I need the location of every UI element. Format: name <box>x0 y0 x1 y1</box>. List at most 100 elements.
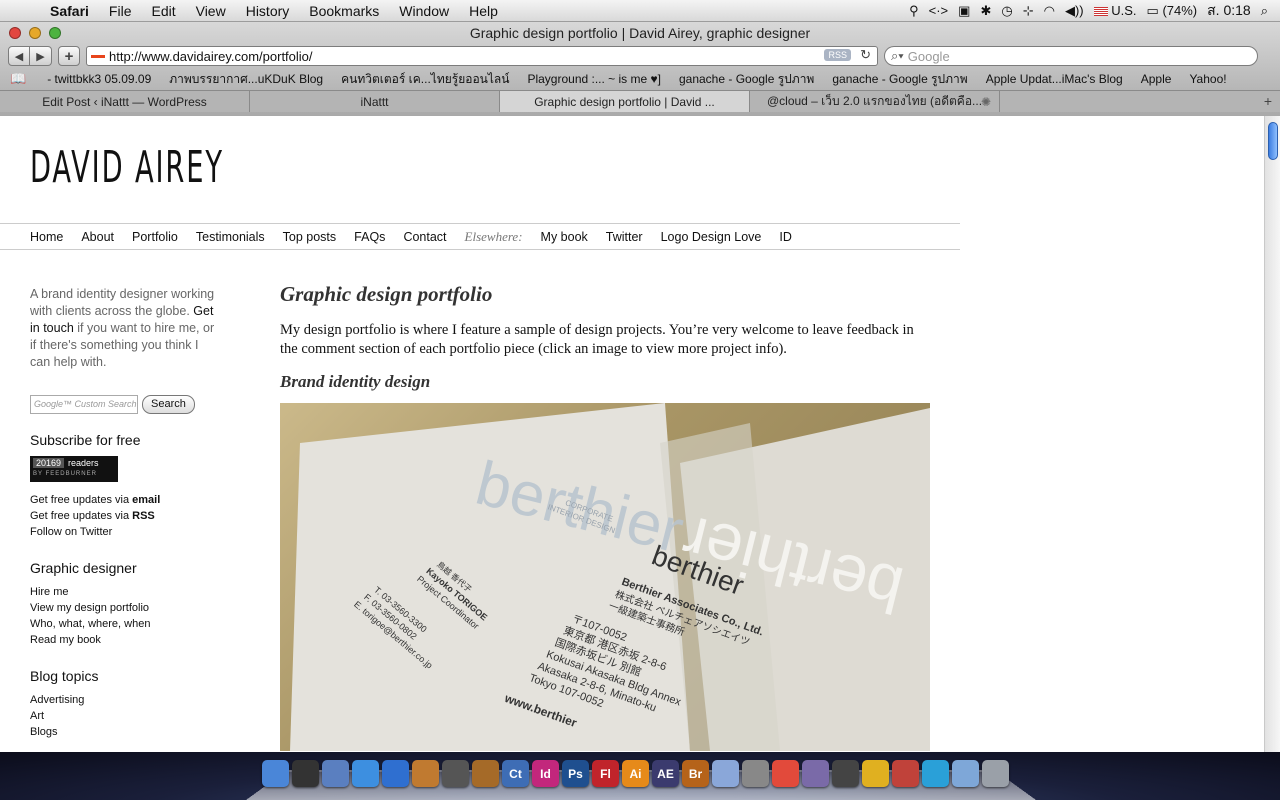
topic-art-link[interactable]: Art <box>30 708 220 724</box>
dictionary-icon[interactable]: ▣ <box>958 3 970 19</box>
bookmark-item[interactable]: ganache - Google รูปภาพ <box>670 70 823 89</box>
read-book-link[interactable]: Read my book <box>30 632 220 648</box>
star-icon[interactable] <box>442 760 469 787</box>
close-window-button[interactable] <box>9 27 21 39</box>
menu-file[interactable]: File <box>99 3 142 19</box>
folder-icon[interactable] <box>952 760 979 787</box>
bird-icon[interactable] <box>922 760 949 787</box>
code-icon[interactable]: <·> <box>929 3 949 18</box>
preview-icon[interactable] <box>712 760 739 787</box>
iphoto-icon[interactable] <box>412 760 439 787</box>
sysprefs-icon[interactable] <box>742 760 769 787</box>
hire-me-link[interactable]: Hire me <box>30 584 220 600</box>
input-source-label: U.S. <box>1111 3 1137 18</box>
nav-contact[interactable]: Contact <box>403 230 446 244</box>
sidebar-intro: A brand identity designer working with c… <box>30 286 220 371</box>
mail-icon[interactable] <box>322 760 349 787</box>
bookmark-item[interactable]: Yahoo! <box>1180 72 1235 86</box>
bookmark-item[interactable]: คนทวิตเตอร์ เค...ไทยรู้ยออนไลน์ <box>332 70 518 89</box>
back-button[interactable]: ◀ <box>8 46 30 66</box>
minimize-window-button[interactable] <box>29 27 41 39</box>
adium-icon[interactable] <box>862 760 889 787</box>
rss-updates-link[interactable]: RSS <box>132 510 155 522</box>
itunes-icon[interactable] <box>382 760 409 787</box>
new-tab-button[interactable]: + <box>1264 93 1272 109</box>
safari-icon[interactable] <box>352 760 379 787</box>
contribute-icon[interactable]: Ct <box>502 760 529 787</box>
nav-id[interactable]: ID <box>779 230 792 244</box>
menu-edit[interactable]: Edit <box>141 3 185 19</box>
bookmark-item[interactable]: Apple Updat...iMac's Blog <box>977 72 1132 86</box>
pencil-icon[interactable] <box>892 760 919 787</box>
bridge-icon[interactable]: Br <box>682 760 709 787</box>
search-field[interactable]: ⌕▾ Google <box>884 46 1258 66</box>
book-icon[interactable]: 📖 <box>10 71 38 87</box>
antenna-icon[interactable]: ⚲ <box>909 3 919 19</box>
site-search-button[interactable]: Search <box>142 395 195 414</box>
site-search-input[interactable]: Google™ Custom Search <box>30 395 138 414</box>
nav-twitter[interactable]: Twitter <box>606 230 643 244</box>
menu-window[interactable]: Window <box>389 3 459 19</box>
bluetooth-icon[interactable]: ✱ <box>980 3 991 19</box>
nav-faqs[interactable]: FAQs <box>354 230 385 244</box>
scrollbar-thumb[interactable] <box>1268 122 1278 160</box>
trash-icon[interactable] <box>982 760 1009 787</box>
menu-bookmarks[interactable]: Bookmarks <box>299 3 389 19</box>
indesign-icon[interactable]: Id <box>532 760 559 787</box>
zoom-window-button[interactable] <box>49 27 61 39</box>
dashboard-icon[interactable] <box>292 760 319 787</box>
bookmark-item[interactable]: ภาพบรรยากาศ...uKDuK Blog <box>160 70 332 89</box>
nav-top-posts[interactable]: Top posts <box>283 230 337 244</box>
illustrator-icon[interactable]: Ai <box>622 760 649 787</box>
tab-inattt[interactable]: iNattt <box>250 91 500 112</box>
menu-view[interactable]: View <box>186 3 236 19</box>
address-bar[interactable]: http://www.davidairey.com/portfolio/ RSS… <box>86 46 878 66</box>
nav-about[interactable]: About <box>81 230 114 244</box>
finder-icon[interactable] <box>262 760 289 787</box>
typewriter-icon[interactable] <box>832 760 859 787</box>
menu-help[interactable]: Help <box>459 3 508 19</box>
battery-status[interactable]: ▭ (74%) <box>1147 3 1198 19</box>
topic-blogs-link[interactable]: Blogs <box>30 724 220 740</box>
wifi-icon[interactable]: ◠ <box>1044 3 1055 19</box>
nav-my-book[interactable]: My book <box>541 230 588 244</box>
who-what-link[interactable]: Who, what, where, when <box>30 616 220 632</box>
volume-icon[interactable]: ◀)) <box>1065 3 1084 19</box>
network-icon[interactable]: ⊹ <box>1023 3 1034 19</box>
add-bookmark-button[interactable]: + <box>58 46 80 66</box>
menu-app[interactable]: Safari <box>40 3 99 19</box>
input-source[interactable]: U.S. <box>1093 3 1137 18</box>
clock[interactable]: ส. 0:18 <box>1207 0 1251 22</box>
nav-logo-design-love[interactable]: Logo Design Love <box>661 230 762 244</box>
bookmark-item[interactable]: - twittbkk3 05.09.09 <box>38 72 160 86</box>
menu-history[interactable]: History <box>236 3 300 19</box>
tab-cloud[interactable]: @cloud – เว็บ 2.0 แรกของไทย (อดีตคือ... ✺ <box>750 91 1000 112</box>
garageband-icon[interactable] <box>472 760 499 787</box>
topic-advertising-link[interactable]: Advertising <box>30 692 220 708</box>
reload-icon[interactable]: ↻ <box>860 47 871 63</box>
forward-button[interactable]: ▶ <box>30 46 52 66</box>
bookmark-item[interactable]: Playground :... ~ is me ♥] <box>518 72 670 86</box>
bookmark-item[interactable]: ganache - Google รูปภาพ <box>823 70 976 89</box>
portfolio-image[interactable]: berthier berthier CORPORATE INTERIOR DES… <box>280 403 930 751</box>
feedburner-badge[interactable]: 20169 readers BY FEEDBURNER <box>30 456 118 482</box>
spotlight-icon[interactable]: ⌕ <box>1261 3 1268 19</box>
tab-edit-post[interactable]: Edit Post ‹ iNattt — WordPress <box>0 91 250 112</box>
flash-icon[interactable]: Fl <box>592 760 619 787</box>
site-title[interactable]: DAVID AIREY <box>30 142 224 193</box>
aftereffects-icon[interactable]: AE <box>652 760 679 787</box>
bookmark-item[interactable]: Apple <box>1132 72 1181 86</box>
time-machine-icon[interactable]: ◷ <box>1001 3 1012 19</box>
rss-badge[interactable]: RSS <box>824 49 851 61</box>
nav-home[interactable]: Home <box>30 230 63 244</box>
tab-portfolio[interactable]: Graphic design portfolio | David ... <box>500 91 750 112</box>
email-updates-link[interactable]: email <box>132 494 160 506</box>
nav-portfolio[interactable]: Portfolio <box>132 230 178 244</box>
chrome-icon[interactable] <box>772 760 799 787</box>
follow-twitter-link[interactable]: Follow on Twitter <box>30 524 220 540</box>
photoshop-icon[interactable]: Ps <box>562 760 589 787</box>
view-portfolio-link[interactable]: View my design portfolio <box>30 600 220 616</box>
brush-icon[interactable] <box>802 760 829 787</box>
nav-testimonials[interactable]: Testimonials <box>196 230 265 244</box>
vertical-scrollbar[interactable] <box>1264 116 1280 752</box>
